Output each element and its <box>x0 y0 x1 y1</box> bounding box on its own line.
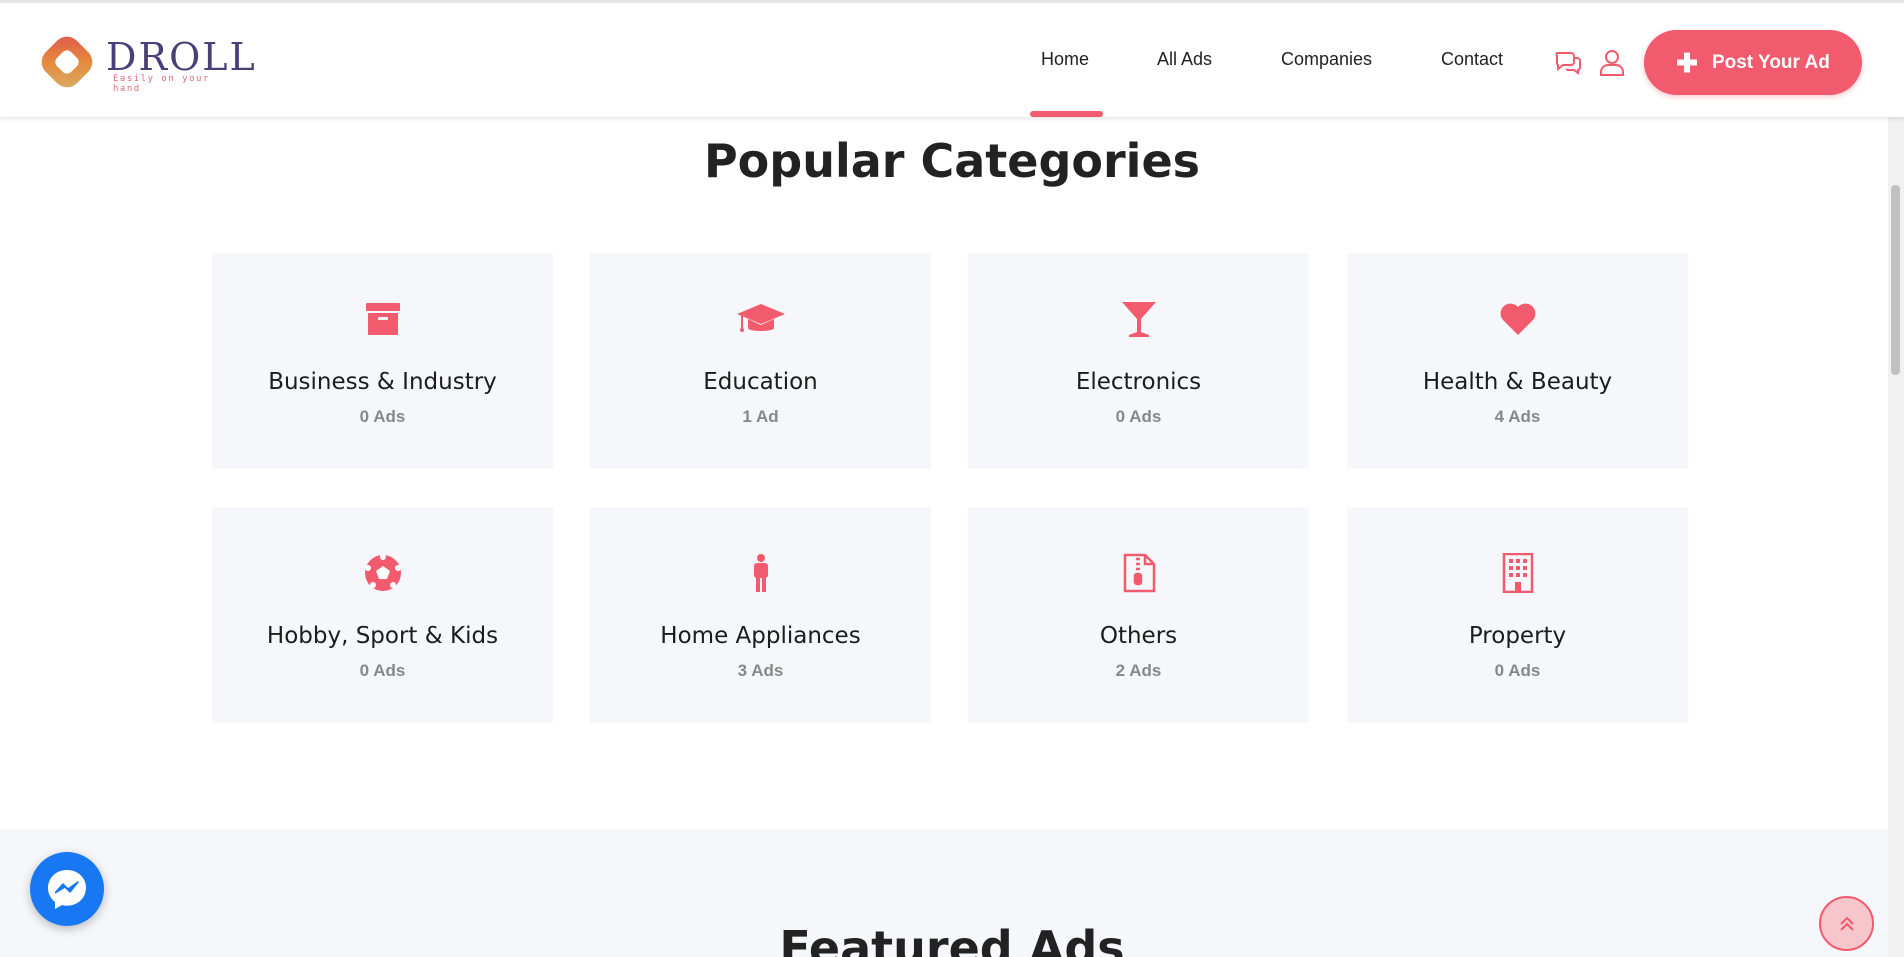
category-grid: Business & Industry 0 Ads Education 1 Ad… <box>212 253 1688 725</box>
featured-ads-title: Featured Ads <box>779 921 1125 957</box>
double-chevron-up-icon <box>1839 916 1854 931</box>
scroll-to-top-button[interactable] <box>1819 896 1874 951</box>
category-count: 1 Ad <box>742 407 779 426</box>
zip-file-icon <box>1123 553 1155 593</box>
graduation-cap-icon <box>736 304 785 332</box>
post-ad-label: Post Your Ad <box>1711 51 1830 73</box>
category-name: Others <box>1099 623 1178 649</box>
category-name: Business & Industry <box>268 369 497 395</box>
category-count: 0 Ads <box>1494 661 1541 680</box>
category-card-property[interactable]: Property 0 Ads <box>1347 507 1688 723</box>
page-scrollbar[interactable] <box>1888 0 1904 957</box>
category-count: 3 Ads <box>737 661 784 680</box>
logo-mark-icon <box>41 36 93 88</box>
archive-box-icon <box>365 303 400 335</box>
heart-icon <box>1500 303 1535 335</box>
category-name: Property <box>1468 623 1567 649</box>
messenger-chat-button[interactable] <box>30 852 104 926</box>
nav-active-indicator <box>1030 111 1103 117</box>
category-card-education[interactable]: Education 1 Ad <box>590 253 931 469</box>
person-icon <box>753 554 768 592</box>
category-name: Hobby, Sport & Kids <box>266 623 499 649</box>
user-icon[interactable] <box>1599 48 1625 76</box>
category-name: Electronics <box>1075 369 1202 395</box>
plus-icon: ✚ <box>1676 47 1698 78</box>
chat-icon[interactable] <box>1554 49 1582 75</box>
category-card-hobby[interactable]: Hobby, Sport & Kids 0 Ads <box>212 507 553 723</box>
nav-contact[interactable]: Contact <box>1441 49 1503 70</box>
brand-name: DROLL <box>106 35 257 79</box>
category-count: 0 Ads <box>359 407 406 426</box>
popular-categories-title: Popular Categories <box>703 134 1201 188</box>
category-count: 0 Ads <box>1115 407 1162 426</box>
nav-companies[interactable]: Companies <box>1281 49 1372 70</box>
category-name: Health & Beauty <box>1422 369 1613 395</box>
cocktail-glass-icon <box>1121 302 1156 337</box>
category-count: 4 Ads <box>1494 407 1541 426</box>
brand-logo[interactable]: DROLL Easily on your hand <box>36 31 255 94</box>
category-card-business[interactable]: Business & Industry 0 Ads <box>212 253 553 469</box>
messenger-icon <box>48 870 86 909</box>
soccer-ball-icon <box>364 554 401 591</box>
building-icon <box>1502 553 1533 593</box>
site-header: DROLL Easily on your hand Home All Ads C… <box>0 0 1904 117</box>
category-count: 2 Ads <box>1115 661 1162 680</box>
category-card-others[interactable]: Others 2 Ads <box>968 507 1309 723</box>
category-count: 0 Ads <box>359 661 406 680</box>
scrollbar-thumb[interactable] <box>1891 185 1900 375</box>
nav-all-ads[interactable]: All Ads <box>1157 49 1212 70</box>
category-card-electronics[interactable]: Electronics 0 Ads <box>968 253 1309 469</box>
category-name: Education <box>703 369 818 395</box>
category-name: Home Appliances <box>660 623 861 649</box>
category-card-home-appliances[interactable]: Home Appliances 3 Ads <box>590 507 931 723</box>
brand-tagline: Easily on your hand <box>113 74 210 94</box>
category-card-health[interactable]: Health & Beauty 4 Ads <box>1347 253 1688 469</box>
nav-home[interactable]: Home <box>1041 49 1089 70</box>
post-ad-button[interactable]: ✚ Post Your Ad <box>1644 30 1862 95</box>
